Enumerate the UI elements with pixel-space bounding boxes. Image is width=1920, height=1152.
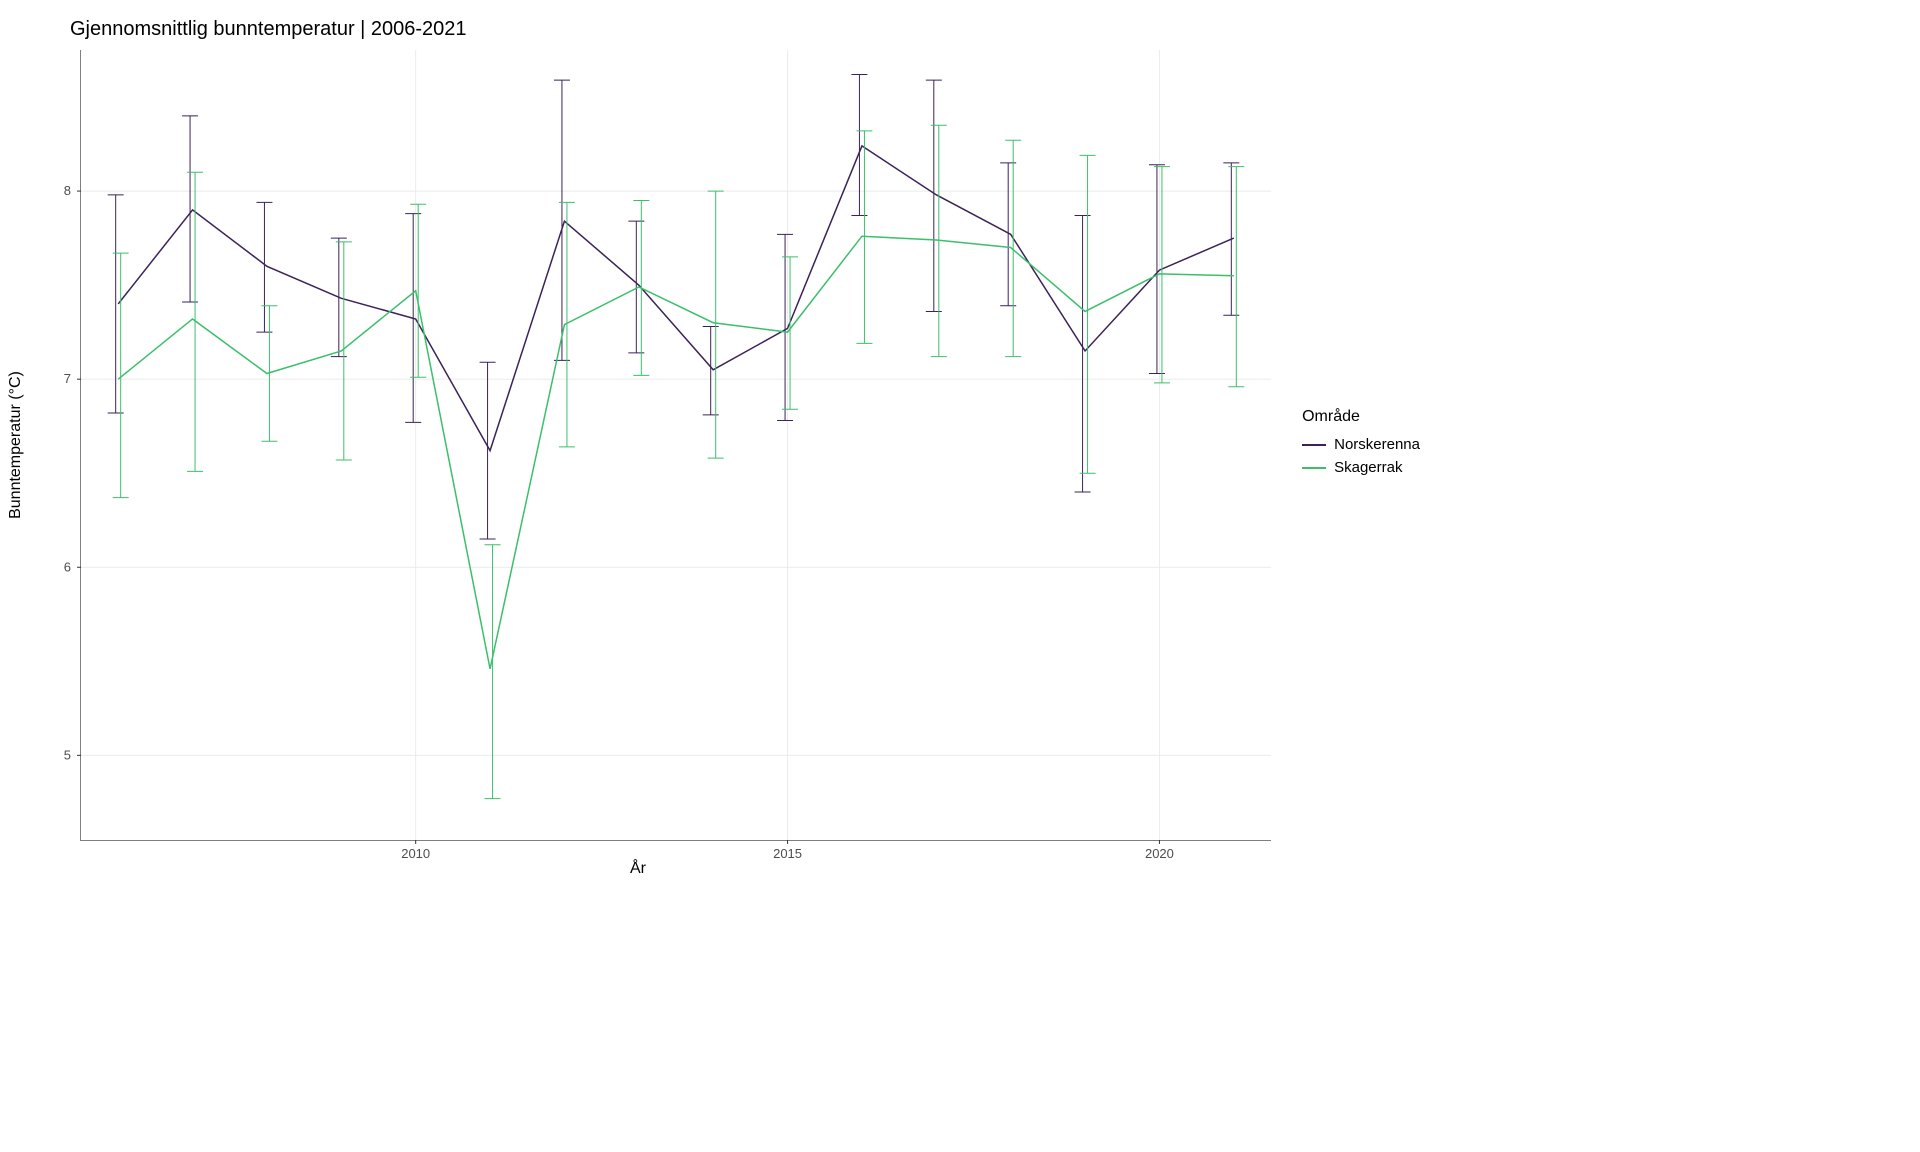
legend-label: Norskerenna (1334, 436, 1420, 453)
legend-label: Skagerrak (1334, 459, 1402, 476)
plot-area: 201020152020 5678 (80, 50, 1271, 841)
svg-text:5: 5 (64, 747, 71, 762)
legend-title: Område (1302, 408, 1420, 426)
y-axis-label: Bunntemperatur (°C) (7, 371, 25, 519)
svg-text:2020: 2020 (1145, 846, 1174, 861)
svg-text:2010: 2010 (401, 846, 430, 861)
legend: Område Norskerenna Skagerrak (1302, 408, 1420, 482)
svg-text:7: 7 (64, 371, 71, 386)
svg-text:8: 8 (64, 183, 71, 198)
legend-swatch (1302, 444, 1326, 446)
chart-title: Gjennomsnittlig bunntemperatur | 2006-20… (70, 18, 467, 41)
svg-text:6: 6 (64, 559, 71, 574)
svg-text:2015: 2015 (773, 846, 802, 861)
legend-item: Norskerenna (1302, 436, 1420, 453)
legend-item: Skagerrak (1302, 459, 1420, 476)
legend-swatch (1302, 467, 1326, 469)
x-axis-label: År (630, 860, 646, 878)
